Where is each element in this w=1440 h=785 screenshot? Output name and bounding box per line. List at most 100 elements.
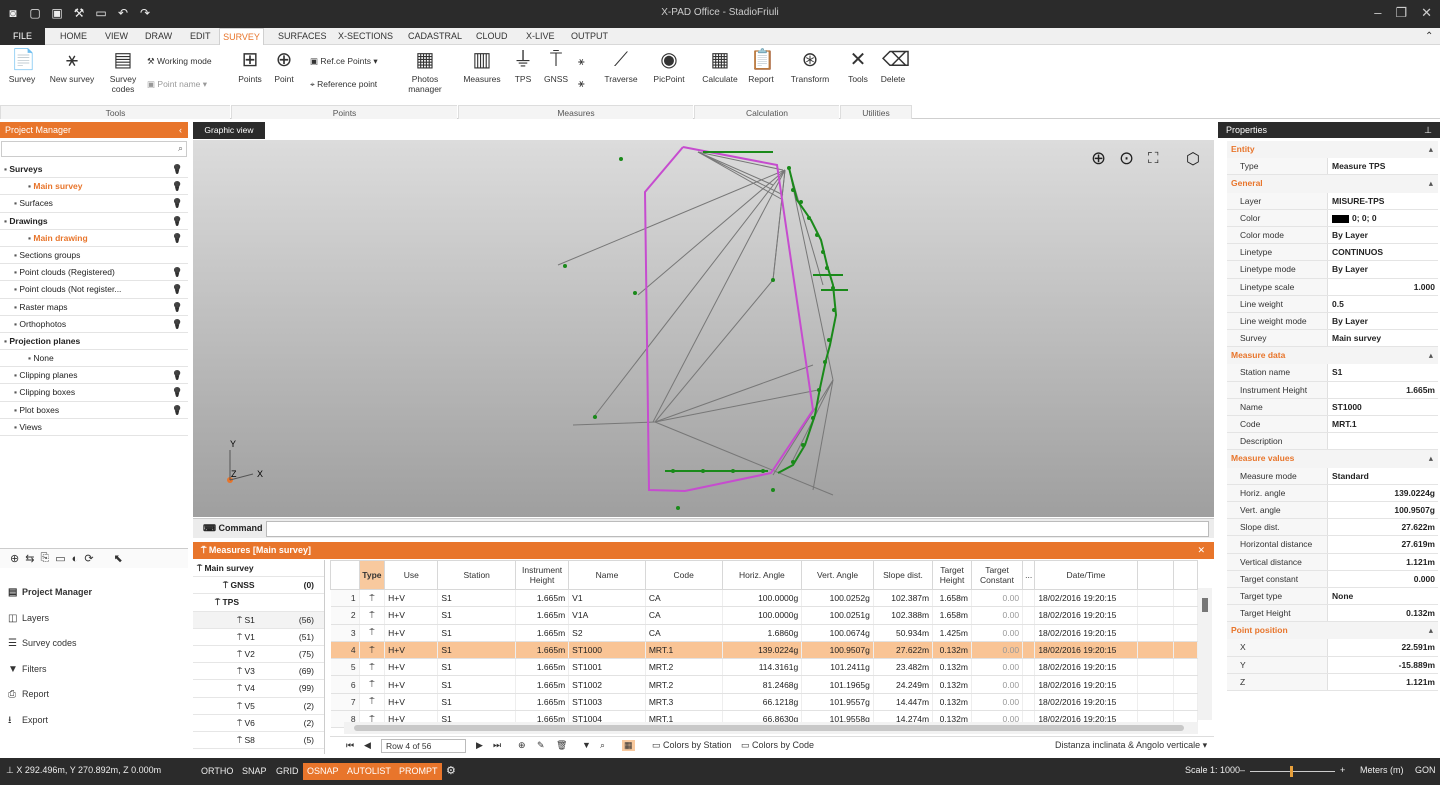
prev-record-icon[interactable]: ◀ [364, 740, 371, 751]
first-record-icon[interactable]: ⏮ [346, 740, 354, 751]
close-icon[interactable]: ✕ [1421, 5, 1432, 21]
visibility-bulb-icon[interactable]: 💡 [172, 299, 183, 316]
property-value[interactable]: Main survey [1328, 330, 1438, 346]
restore-icon[interactable]: ❐ [1395, 5, 1407, 21]
photos-manager-button[interactable]: ▦ Photos manager [400, 49, 450, 94]
property-row[interactable]: Measure mode Standard [1227, 467, 1438, 485]
point-button[interactable]: ⊕ Point [270, 49, 298, 84]
tree-item[interactable]: ▪ Surfaces 💡 [0, 195, 188, 213]
collapse-icon[interactable]: ▴ [1429, 347, 1433, 364]
table-row[interactable]: 1 ⍑ H+V S1 1.665m V1 CA 100.0000g 100.0252g 102.3… [330, 589, 1198, 608]
collapse-icon[interactable]: ▴ [1429, 141, 1433, 158]
property-row[interactable]: Linetype CONTINUOS [1227, 244, 1438, 262]
property-row[interactable]: Vert. angle 100.9507g [1227, 501, 1438, 520]
move-icon[interactable]: ⇆ [25, 552, 34, 565]
property-section[interactable]: Measure data ▴ [1227, 347, 1438, 365]
tab-x-sections[interactable]: X-SECTIONS [336, 28, 395, 45]
column-header[interactable]: Use [384, 560, 439, 590]
nav-item[interactable]: ▼ Filters [0, 657, 188, 683]
property-row[interactable]: Color 0; 0; 0 [1227, 209, 1438, 227]
point-name-button[interactable]: ▣ Point name ▾ [147, 79, 207, 90]
column-header[interactable]: Vert. Angle [801, 560, 874, 590]
table-row[interactable]: 2 ⍑ H+V S1 1.665m V1A CA 100.0000g 100.0251g 102.… [330, 606, 1198, 625]
tab-home[interactable]: HOME [58, 28, 89, 45]
calculate-button[interactable]: ▦ Calculate [699, 49, 741, 84]
close-measures-icon[interactable]: ✕ [1197, 542, 1205, 559]
collapse-icon[interactable]: ▴ [1429, 622, 1433, 639]
property-value[interactable]: 1.665m [1328, 382, 1438, 398]
column-header[interactable]: Target Constant [970, 560, 1024, 590]
visibility-bulb-icon[interactable]: 💡 [172, 384, 183, 401]
points-button[interactable]: ⊞ Points [235, 49, 265, 84]
table-row[interactable]: 4 ⍑ H+V S1 1.665m ST1000 MRT.1 139.0224g 100.950… [330, 641, 1198, 660]
visibility-bulb-icon[interactable]: 💡 [172, 264, 183, 281]
table-row[interactable]: 7 ⍑ H+V S1 1.665m ST1003 MRT.3 66.1218g 101.9557… [330, 693, 1198, 712]
column-header[interactable]: Station [437, 560, 517, 590]
measures-tree-item[interactable]: ⍑ V2 (75) [193, 646, 324, 664]
property-value[interactable]: MISURE-TPS [1328, 193, 1438, 209]
find-icon[interactable]: ⌕ [600, 740, 605, 751]
table-row[interactable]: 6 ⍑ H+V S1 1.665m ST1002 MRT.2 81.2468g 101.1965… [330, 675, 1198, 694]
tree-item[interactable]: ▪ None [0, 350, 188, 368]
minimize-icon[interactable]: – [1374, 5, 1381, 21]
property-row[interactable]: Vertical distance 1.121m [1227, 553, 1438, 571]
scroll-thumb[interactable] [1202, 598, 1208, 612]
visibility-bulb-icon[interactable]: 💡 [172, 281, 183, 298]
zoom-extents-icon[interactable]: ⛶ [1148, 150, 1159, 167]
tree-item[interactable]: ▪ Raster maps 💡 [0, 299, 188, 316]
station-tool-2-icon[interactable]: ⚹ [578, 78, 585, 91]
tree-item[interactable]: ▪ Point clouds (Not register... 💡 [0, 281, 188, 299]
colors-by-station-button[interactable]: ▭ Colors by Station [652, 740, 732, 751]
tree-item[interactable]: ▪ Point clouds (Registered) 💡 [0, 264, 188, 282]
property-value[interactable]: 139.0224g [1328, 485, 1438, 501]
refce-points-button[interactable]: ▣ Ref.ce Points ▾ [310, 56, 378, 67]
table-row[interactable]: 5 ⍑ H+V S1 1.665m ST1001 MRT.2 114.3161g 101.241… [330, 658, 1198, 677]
visibility-bulb-icon[interactable]: 💡 [172, 213, 183, 230]
vertical-scrollbar[interactable] [1198, 588, 1212, 720]
property-section[interactable]: General ▴ [1227, 175, 1438, 193]
column-header[interactable]: Instrument Height [515, 560, 570, 590]
measures-tree-item[interactable]: ⍑ V4 (99) [193, 680, 324, 698]
reference-point-button[interactable]: ⌖ Reference point [310, 79, 377, 90]
visibility-bulb-icon[interactable]: 💡 [172, 316, 183, 333]
property-value[interactable]: Standard [1328, 468, 1438, 484]
row-indicator[interactable]: Row 4 of 56 [381, 739, 466, 753]
measures-tree-item[interactable]: ⍑ V3 (69) [193, 663, 324, 681]
copy-icon[interactable]: ⎘ [40, 552, 49, 565]
delete-record-icon[interactable]: 🗑 [556, 740, 567, 751]
property-value[interactable]: None [1328, 588, 1438, 604]
autolist-toggle[interactable]: AUTOLIST [343, 763, 395, 780]
add-icon[interactable]: ⊕ [10, 552, 19, 565]
property-row[interactable]: Horizontal distance 27.619m [1227, 536, 1438, 554]
property-value[interactable]: 1.121m [1328, 674, 1438, 690]
visibility-bulb-icon[interactable]: 💡 [172, 402, 183, 419]
property-row[interactable]: Code MRT.1 [1227, 416, 1438, 434]
delete-button[interactable]: ⌫ Delete [878, 49, 911, 84]
tab-surfaces[interactable]: SURFACES [276, 28, 329, 45]
property-value[interactable]: 22.591m [1328, 639, 1438, 655]
zoom-slider-thumb[interactable] [1290, 766, 1293, 777]
visibility-bulb-icon[interactable]: 💡 [172, 367, 183, 384]
property-row[interactable]: Horiz. angle 139.0224g [1227, 484, 1438, 502]
property-value[interactable]: MRT.1 [1328, 416, 1438, 432]
property-value[interactable]: 1.000 [1328, 279, 1438, 295]
survey-drawing[interactable]: Y Z X [193, 140, 1214, 517]
column-header[interactable]: Date/Time [1034, 560, 1138, 590]
property-row[interactable]: Target Height 0.132m [1227, 605, 1438, 623]
nav-item[interactable]: ⎙ Report [0, 682, 188, 708]
property-value[interactable]: By Layer [1328, 313, 1438, 329]
grid-toggle[interactable]: GRID [272, 763, 303, 780]
property-value[interactable]: S1 [1328, 364, 1438, 380]
property-row[interactable]: Line weight mode By Layer [1227, 312, 1438, 331]
property-value[interactable]: Measure TPS [1328, 158, 1438, 174]
visibility-icon[interactable]: ◐ [72, 553, 79, 565]
property-value[interactable]: ST1000 [1328, 399, 1438, 415]
property-row[interactable]: Slope dist. 27.622m [1227, 519, 1438, 537]
tree-item[interactable]: ▪ Surveys 💡 [0, 161, 188, 179]
visibility-bulb-icon[interactable]: 💡 [172, 178, 183, 195]
display-mode-dropdown[interactable]: Distanza inclinata & Angolo verticale ▾ [1055, 740, 1207, 751]
3d-view-icon[interactable]: ⬡ [1186, 149, 1200, 169]
collapse-ribbon-icon[interactable]: ⌃ [1423, 28, 1435, 45]
graphic-view-canvas[interactable]: Y Z X ⊕ ⊙ ⛶ ⬡ [193, 140, 1214, 517]
property-row[interactable]: Layer MISURE-TPS [1227, 192, 1438, 210]
